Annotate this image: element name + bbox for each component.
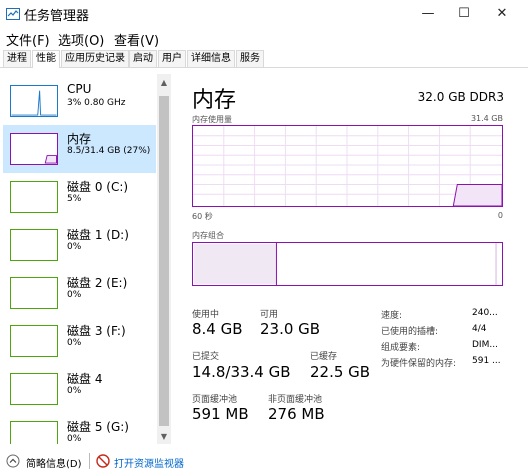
- tab-processes[interactable]: 进程: [3, 50, 31, 67]
- detail-value: 4/4: [472, 324, 487, 334]
- collapse-chevron-icon[interactable]: [6, 454, 20, 468]
- detail-label: 为硬件保留的内存:: [381, 359, 457, 369]
- available-label: 可用: [260, 310, 279, 320]
- tab-performance[interactable]: 性能: [32, 50, 60, 68]
- sidebar-item-subtitle: 3% 0.80 GHz: [67, 98, 126, 108]
- tab-details[interactable]: 详细信息: [187, 50, 235, 67]
- sidebar-item-disk-3[interactable]: 磁盘 3 (F:) 0%: [3, 317, 156, 365]
- sidebar-item-subtitle: 0%: [67, 242, 82, 252]
- detail-label: 组成要素:: [381, 343, 421, 353]
- sidebar-item-disk-0[interactable]: 磁盘 0 (C:) 5%: [3, 173, 156, 221]
- sidebar-item-subtitle: 5%: [67, 194, 82, 204]
- in-use-label: 使用中: [192, 310, 220, 320]
- nonpaged-pool-label: 非页面缓冲池: [268, 395, 323, 405]
- detail-value: DIM...: [472, 340, 498, 350]
- minimize-button[interactable]: —: [408, 0, 448, 28]
- detail-value: 591 ...: [472, 356, 501, 366]
- page-title: 内存: [192, 88, 237, 113]
- disk-thumbnail-graph: [10, 325, 58, 357]
- sidebar-item-subtitle: 0%: [67, 434, 82, 444]
- available-value: 23.0 GB: [260, 320, 321, 338]
- disk-thumbnail-graph: [10, 181, 58, 213]
- menu-options[interactable]: 选项(O): [58, 30, 104, 49]
- sidebar-item-title: 磁盘 0 (C:): [67, 180, 129, 194]
- memory-usage-graph: [192, 125, 503, 207]
- sidebar-item-disk-1[interactable]: 磁盘 1 (D:) 0%: [3, 221, 156, 269]
- paged-pool-value: 591 MB: [192, 405, 249, 423]
- cached-value: 22.5 GB: [310, 363, 371, 381]
- tab-startup[interactable]: 启动: [129, 50, 157, 67]
- detail-label: 速度:: [381, 311, 403, 321]
- committed-value: 14.8/33.4 GB: [192, 363, 291, 381]
- resource-monitor-icon: [96, 454, 110, 468]
- scrollbar-thumb[interactable]: [159, 96, 169, 426]
- open-resource-monitor-link[interactable]: 打开资源监视器: [114, 455, 184, 470]
- close-button[interactable]: ✕: [482, 0, 522, 28]
- tab-users[interactable]: 用户: [158, 50, 186, 67]
- graph-time-right: 0: [497, 211, 503, 220]
- paged-pool-label: 页面缓冲池: [192, 395, 238, 405]
- nonpaged-pool-value: 276 MB: [268, 405, 325, 423]
- maximize-button[interactable]: ☐: [444, 0, 484, 28]
- tab-app-history[interactable]: 应用历史记录: [61, 50, 129, 67]
- menu-view[interactable]: 查看(V): [114, 30, 159, 49]
- sidebar-item-disk-4[interactable]: 磁盘 4 0%: [3, 365, 156, 413]
- sidebar-item-title: CPU: [67, 82, 92, 96]
- usage-graph-max: 31.4 GB: [470, 114, 503, 123]
- scroll-down-icon[interactable]: ▼: [157, 430, 171, 444]
- graph-time-left: 60 秒: [192, 212, 213, 221]
- sidebar-item-subtitle: 0%: [67, 386, 82, 396]
- disk-thumbnail-graph: [10, 277, 58, 309]
- sidebar-item-subtitle: 8.5/31.4 GB (27%): [67, 146, 151, 156]
- menu-file[interactable]: 文件(F): [6, 30, 50, 49]
- fewer-details-link[interactable]: 简略信息(D): [26, 455, 82, 470]
- sidebar-item-title: 内存: [67, 132, 92, 146]
- cpu-thumbnail-graph: [10, 85, 58, 117]
- memory-spec: 32.0 GB DDR3: [417, 90, 504, 104]
- footer-divider: [89, 453, 90, 469]
- memory-composition-bar: [192, 242, 503, 286]
- sidebar-item-subtitle: 0%: [67, 338, 82, 348]
- sidebar-item-subtitle: 0%: [67, 290, 82, 300]
- sidebar-item-disk-5[interactable]: 磁盘 5 (G:) 0%: [3, 413, 156, 444]
- sidebar-item-title: 磁盘 2 (E:): [67, 276, 128, 290]
- composition-label: 内存组合: [192, 231, 224, 240]
- sidebar-item-memory[interactable]: 内存 8.5/31.4 GB (27%): [3, 125, 156, 173]
- sidebar-item-cpu[interactable]: CPU 3% 0.80 GHz: [3, 77, 156, 125]
- task-manager-icon: [6, 8, 20, 20]
- disk-thumbnail-graph: [10, 229, 58, 261]
- cached-label: 已缓存: [310, 352, 338, 362]
- tab-services[interactable]: 服务: [236, 50, 264, 67]
- memory-thumbnail-graph: [10, 133, 58, 165]
- window-title: 任务管理器: [24, 9, 90, 24]
- sidebar-item-title: 磁盘 1 (D:): [67, 228, 129, 242]
- sidebar-item-title: 磁盘 5 (G:): [67, 420, 129, 434]
- sidebar-item-title: 磁盘 3 (F:): [67, 324, 126, 338]
- disk-thumbnail-graph: [10, 421, 58, 444]
- detail-label: 已使用的插槽:: [381, 327, 439, 337]
- usage-graph-label: 内存使用量: [192, 115, 232, 124]
- sidebar-item-title: 磁盘 4: [67, 372, 103, 386]
- scroll-up-icon[interactable]: ▲: [157, 76, 171, 90]
- sidebar-item-disk-2[interactable]: 磁盘 2 (E:) 0%: [3, 269, 156, 317]
- disk-thumbnail-graph: [10, 373, 58, 405]
- in-use-value: 8.4 GB: [192, 320, 243, 338]
- committed-label: 已提交: [192, 352, 220, 362]
- detail-value: 240...: [472, 308, 498, 318]
